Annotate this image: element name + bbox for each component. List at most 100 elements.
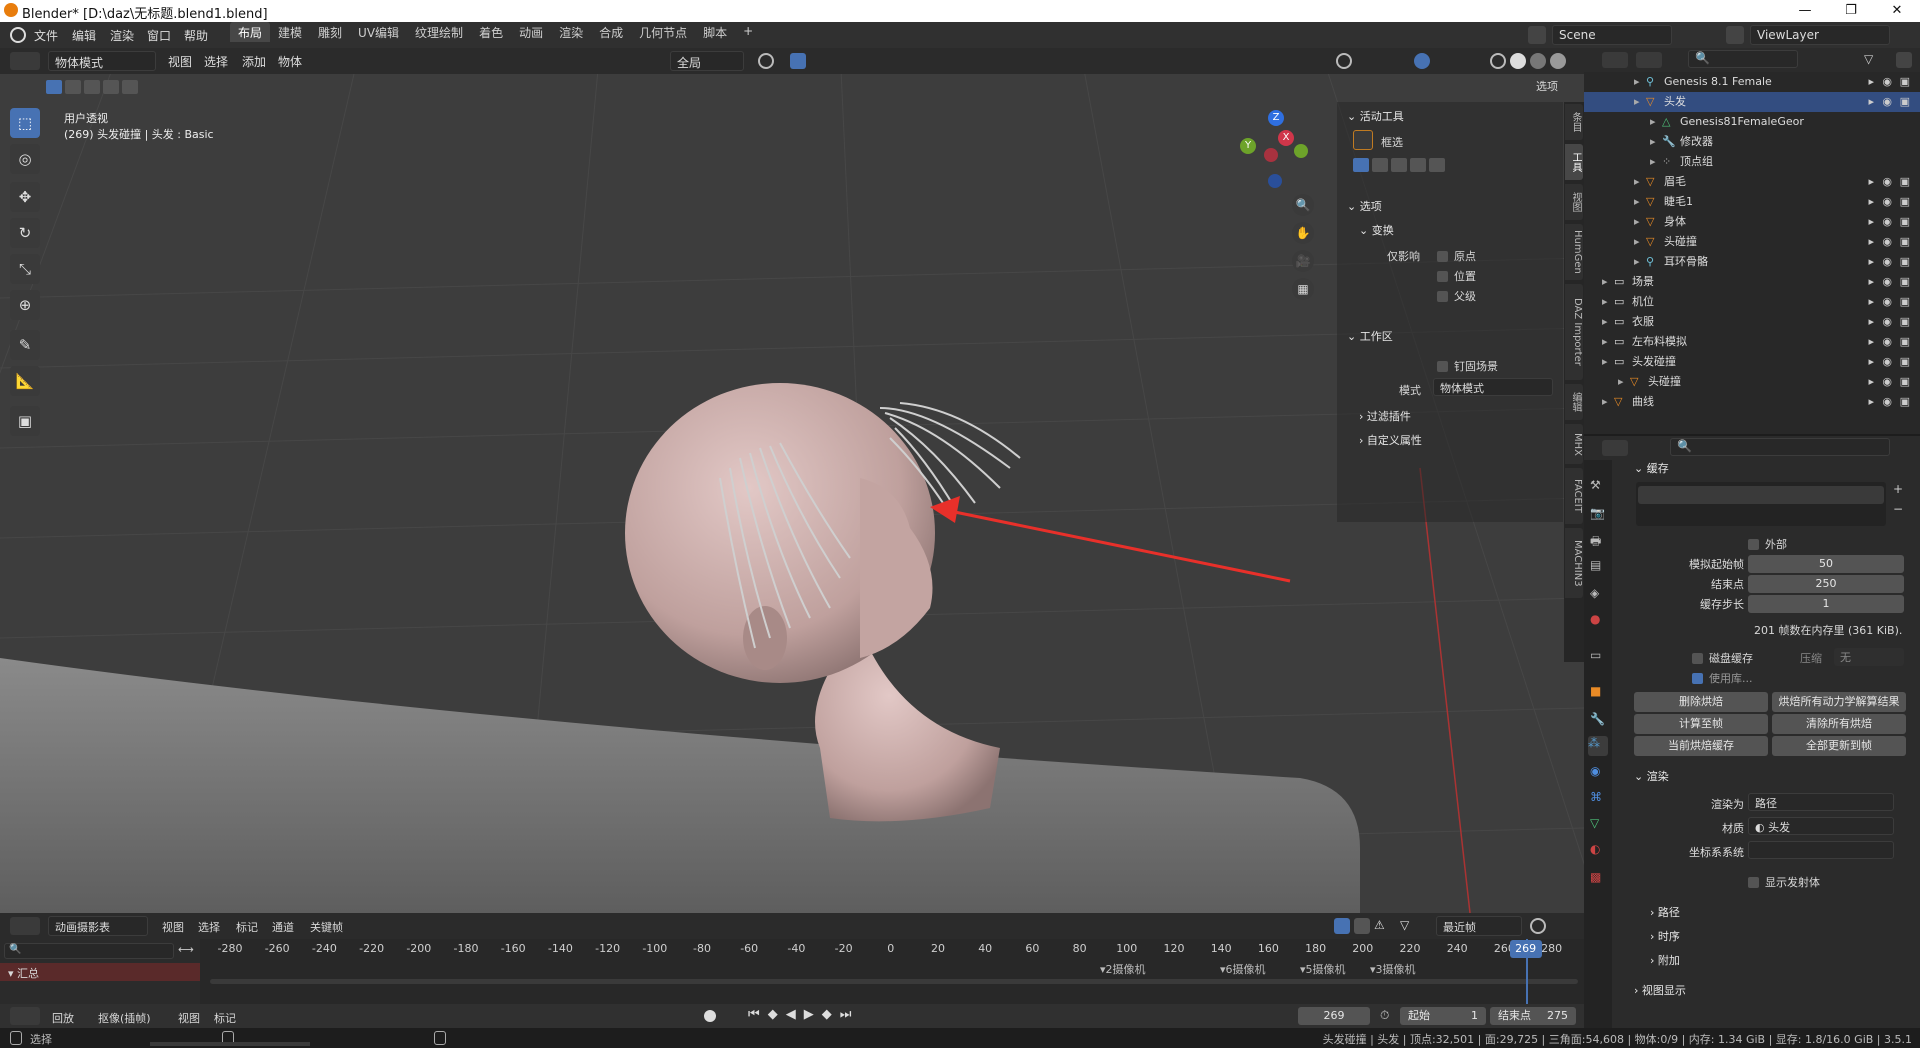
- scene-selector[interactable]: Scene: [1552, 25, 1672, 45]
- use-library-checkbox[interactable]: 使用库...: [1692, 670, 1753, 686]
- free-bake-button[interactable]: 删除烘焙: [1634, 692, 1768, 712]
- select-icon[interactable]: ▸: [1868, 272, 1874, 292]
- outliner-item[interactable]: ▸ ⚲ Genesis 8.1 Female ▸ ◉ ▣: [1584, 72, 1920, 92]
- move-tool[interactable]: ✥: [10, 182, 40, 212]
- warning-icon[interactable]: ⚠: [1374, 918, 1390, 934]
- box-select-icon[interactable]: [1353, 130, 1373, 150]
- properties-search-input[interactable]: 🔍: [1670, 438, 1890, 456]
- swap-icon[interactable]: ⟷: [178, 943, 196, 959]
- calculate-to-frame-button[interactable]: 计算至帧: [1634, 714, 1768, 734]
- outliner-item[interactable]: ▸ ▭ 头发碰撞 ▸ ◉ ▣: [1584, 352, 1920, 372]
- menu-add[interactable]: 添加: [242, 53, 266, 70]
- select-new-icon[interactable]: [46, 80, 62, 94]
- filter-icon[interactable]: ▽: [1864, 52, 1880, 68]
- tool-mode-subtract-icon[interactable]: [1391, 158, 1407, 172]
- pin-scene-checkbox[interactable]: 钉固场景: [1437, 358, 1498, 374]
- measure-tool[interactable]: 📐: [10, 366, 40, 396]
- current-cache-to-bake-button[interactable]: 当前烘焙缓存: [1634, 736, 1768, 756]
- data-tab-icon[interactable]: ▽: [1590, 816, 1606, 832]
- annotate-tool[interactable]: ✎: [10, 330, 40, 360]
- camera-icon[interactable]: ▣: [1900, 92, 1910, 112]
- zoom-icon[interactable]: 🔍: [1292, 194, 1314, 216]
- gizmo-x-axis[interactable]: X: [1278, 130, 1294, 146]
- dope-sheet-mode-selector[interactable]: 动画摄影表: [48, 916, 148, 936]
- bake-all-dynamics-button[interactable]: 烘焙所有动力学解算结果: [1772, 692, 1906, 712]
- navigation-gizmo[interactable]: Z Y X: [1230, 108, 1320, 198]
- outliner-item[interactable]: ▸ 🔧 修改器: [1584, 132, 1920, 152]
- select-icon[interactable]: ▸: [1868, 172, 1874, 192]
- blender-menu-icon[interactable]: [10, 27, 26, 43]
- output-tab-icon[interactable]: 🖶: [1590, 532, 1606, 548]
- eye-icon[interactable]: ◉: [1882, 252, 1892, 272]
- outliner-item[interactable]: ▸ ▽ 眉毛 ▸ ◉ ▣: [1584, 172, 1920, 192]
- select-icon[interactable]: ▸: [1868, 72, 1874, 92]
- properties-editor-icon[interactable]: [1602, 440, 1628, 456]
- cache-list[interactable]: [1636, 482, 1886, 526]
- transform-header[interactable]: ⌄ 变换: [1359, 222, 1394, 238]
- tool-mode-extend-icon[interactable]: [1372, 158, 1388, 172]
- scale-tool[interactable]: ⤡: [10, 254, 40, 284]
- workspace-header[interactable]: ⌄ 工作区: [1347, 328, 1393, 344]
- eye-icon[interactable]: ◉: [1882, 172, 1892, 192]
- camera-view-icon[interactable]: 🎥: [1292, 250, 1314, 272]
- tab-compositing[interactable]: 合成: [591, 22, 631, 42]
- tab-shading[interactable]: 着色: [471, 22, 511, 42]
- tab-tool[interactable]: 工具: [1565, 144, 1583, 180]
- outliner-item[interactable]: ▸ ▭ 机位 ▸ ◉ ▣: [1584, 292, 1920, 312]
- select-icon[interactable]: ▸: [1868, 252, 1874, 272]
- modifier-tab-icon[interactable]: 🔧: [1590, 712, 1606, 728]
- eye-icon[interactable]: ◉: [1882, 352, 1892, 372]
- outliner-item[interactable]: ▸ ▽ 头碰撞 ▸ ◉ ▣: [1584, 232, 1920, 252]
- expand-arrow-icon[interactable]: ▸: [1602, 272, 1608, 292]
- tab-humgen[interactable]: HumGen: [1565, 224, 1583, 280]
- cache-header[interactable]: ⌄ 缓存: [1634, 460, 1669, 476]
- scene-tab-icon[interactable]: ◈: [1590, 586, 1606, 602]
- shading-solid-icon[interactable]: [1510, 53, 1526, 69]
- timeline-marker[interactable]: ▾6摄像机: [1220, 961, 1266, 977]
- snap-icon[interactable]: [790, 53, 806, 69]
- expand-arrow-icon[interactable]: ▸: [1634, 232, 1640, 252]
- select-icon[interactable]: ▸: [1868, 292, 1874, 312]
- expand-arrow-icon[interactable]: ▸: [1634, 252, 1640, 272]
- outliner-item[interactable]: ▸ ▭ 场景 ▸ ◉ ▣: [1584, 272, 1920, 292]
- eye-icon[interactable]: ◉: [1882, 192, 1892, 212]
- eye-icon[interactable]: ◉: [1882, 372, 1892, 392]
- expand-arrow-icon[interactable]: ▸: [1650, 152, 1656, 172]
- outliner-item[interactable]: ▸ ⁘ 顶点组: [1584, 152, 1920, 172]
- step-field[interactable]: 1: [1748, 595, 1904, 613]
- outliner-item[interactable]: ▸ ▽ 曲线 ▸ ◉ ▣: [1584, 392, 1920, 412]
- ds-menu-marker[interactable]: 标记: [236, 919, 258, 935]
- tab-modeling[interactable]: 建模: [270, 22, 310, 42]
- tab-mhx[interactable]: MHX: [1565, 424, 1583, 464]
- tab-machin3[interactable]: MACHIN3: [1565, 528, 1583, 598]
- scene-icon[interactable]: [1528, 26, 1546, 44]
- eye-icon[interactable]: ◉: [1882, 232, 1892, 252]
- tab-edit[interactable]: 编辑: [1565, 384, 1583, 420]
- transform-tool[interactable]: ⊕: [10, 290, 40, 320]
- menu-select[interactable]: 选择: [204, 53, 228, 70]
- ds-filter-icon[interactable]: ▽: [1400, 918, 1416, 934]
- viewport-display-panel[interactable]: › 视图显示: [1634, 982, 1686, 998]
- rotate-tool[interactable]: ↻: [10, 218, 40, 248]
- texture-tab-icon[interactable]: ▩: [1590, 870, 1606, 886]
- workspace-mode-selector[interactable]: 物体模式: [1433, 378, 1553, 396]
- expand-arrow-icon[interactable]: ▸: [1650, 112, 1656, 132]
- play-reverse-icon[interactable]: ◀: [786, 1007, 796, 1022]
- select-icon[interactable]: ▸: [1868, 372, 1874, 392]
- outliner-item[interactable]: ▸ ▽ 睫毛1 ▸ ◉ ▣: [1584, 192, 1920, 212]
- expand-arrow-icon[interactable]: ▸: [1634, 192, 1640, 212]
- play-icon[interactable]: ▶: [804, 1007, 814, 1022]
- compress-selector[interactable]: 无: [1834, 648, 1904, 666]
- timeline-scrollbar[interactable]: [210, 979, 1578, 984]
- gizmo-y-axis[interactable]: Y: [1240, 138, 1256, 154]
- jump-start-icon[interactable]: ⏮: [748, 1007, 760, 1022]
- eye-icon[interactable]: ◉: [1882, 72, 1892, 92]
- snap-selector[interactable]: 最近帧: [1436, 916, 1522, 936]
- summary-channel[interactable]: ▾ 汇总: [0, 963, 200, 981]
- select-icon[interactable]: ▸: [1868, 352, 1874, 372]
- current-frame-field[interactable]: 269: [1298, 1007, 1370, 1025]
- viewport-options[interactable]: 选项: [1536, 78, 1558, 94]
- expand-arrow-icon[interactable]: ▸: [1602, 352, 1608, 372]
- current-frame-badge[interactable]: 269: [1509, 940, 1542, 958]
- tab-texture-paint[interactable]: 纹理绘制: [407, 22, 471, 42]
